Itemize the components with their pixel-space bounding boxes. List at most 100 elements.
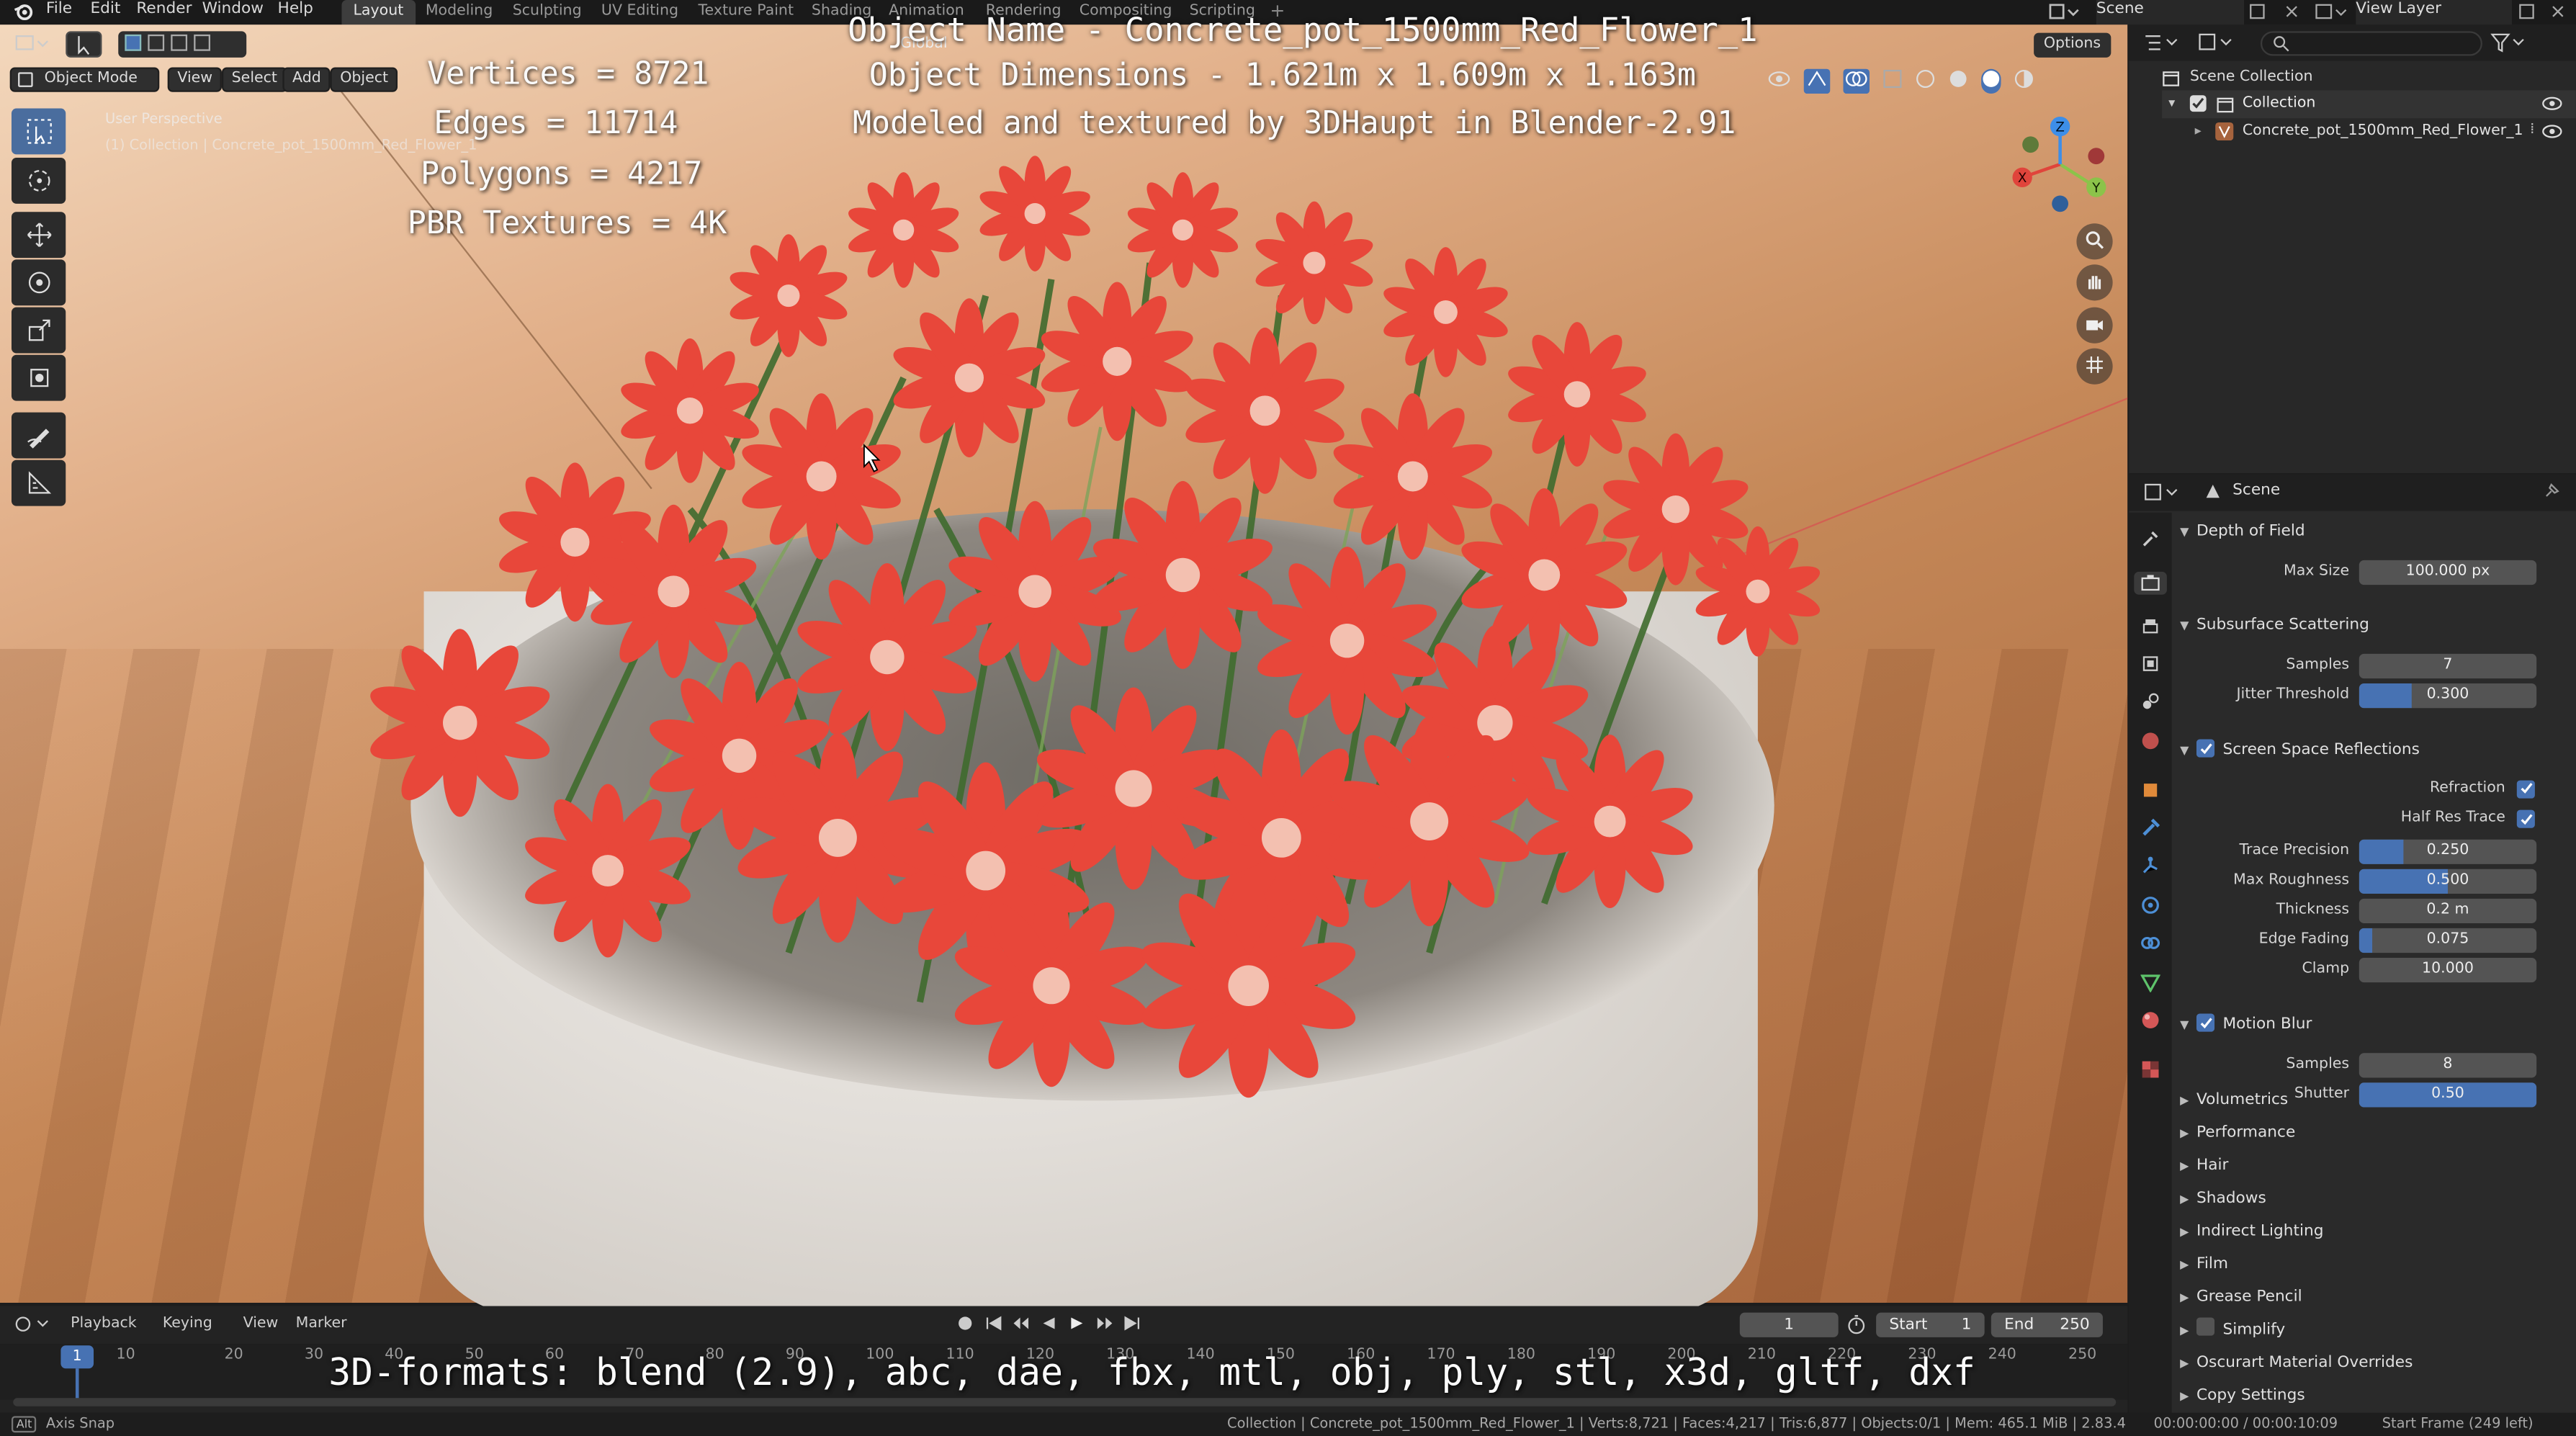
property-slider[interactable]: 100.000 px <box>2359 560 2537 585</box>
exclude-checkbox[interactable] <box>2189 95 2207 112</box>
expand-icon[interactable]: ▶ <box>2180 1318 2196 1344</box>
collapse-icon[interactable]: ▼ <box>2180 737 2196 763</box>
options-dropdown[interactable]: Options <box>2034 32 2111 58</box>
playhead[interactable]: 1 <box>60 1345 94 1369</box>
camera-view-button[interactable] <box>2076 307 2113 344</box>
filter-icon[interactable] <box>2490 33 2526 53</box>
panel-header-collapsed[interactable]: ▶ Volumetrics <box>2180 1087 2567 1113</box>
property-slider[interactable]: 8 <box>2359 1052 2537 1077</box>
panel-header-collapsed[interactable]: ▶ Grease Pencil <box>2180 1285 2567 1311</box>
collection-item[interactable]: Collection <box>2243 95 2316 112</box>
add-menu[interactable]: Add <box>282 67 331 92</box>
panel-header-collapsed[interactable]: ▶ Copy Settings <box>2180 1383 2567 1409</box>
panel-enable-checkbox[interactable] <box>2196 739 2215 758</box>
end-frame-field[interactable]: End 250 <box>1991 1312 2103 1337</box>
menu-help[interactable]: Help <box>278 0 313 24</box>
panel-header[interactable]: ▼ Depth of Field <box>2180 519 2567 545</box>
property-slider[interactable]: 0.300 <box>2359 683 2537 709</box>
tab-sculpting[interactable]: Sculpting <box>501 0 593 24</box>
record-icon[interactable] <box>956 1314 974 1337</box>
tab-uv-editing[interactable]: UV Editing <box>590 0 690 24</box>
expand-icon[interactable]: ▶ <box>2180 1087 2196 1113</box>
menu-render[interactable]: Render <box>136 0 192 24</box>
copy-view-layer-icon[interactable] <box>2517 1 2536 21</box>
panel-header-collapsed[interactable]: ▶ Film <box>2180 1252 2567 1278</box>
tool-scale[interactable] <box>11 307 66 354</box>
timeline-view-menu[interactable]: View <box>243 1314 279 1336</box>
menu-window[interactable]: Window <box>202 0 264 24</box>
display-mode-icon[interactable] <box>2198 33 2234 53</box>
panel-header-collapsed[interactable]: ▶ Indirect Lighting <box>2180 1219 2567 1245</box>
simplify-checkbox[interactable] <box>2196 1317 2215 1336</box>
scene-icon[interactable] <box>2049 1 2082 21</box>
timeline-scrollbar[interactable] <box>13 1398 2117 1406</box>
collapse-icon[interactable]: ▼ <box>2180 519 2196 545</box>
tab-texture-paint[interactable]: Texture Paint <box>687 0 805 24</box>
wireframe-shading-icon[interactable] <box>1916 68 1935 93</box>
object-menu[interactable]: Object <box>330 67 398 92</box>
gizmo-toggle-icon[interactable] <box>1803 68 1831 93</box>
collapse-collection-icon[interactable]: ▾ <box>2168 95 2175 110</box>
expand-icon[interactable]: ▶ <box>2180 1121 2196 1146</box>
copy-scene-icon[interactable] <box>2248 1 2267 21</box>
stopwatch-icon[interactable] <box>1846 1314 1866 1334</box>
panel-header-collapsed[interactable]: ▶ Performance <box>2180 1121 2567 1146</box>
scene-selector[interactable]: Scene <box>2096 0 2245 25</box>
blender-logo-icon[interactable] <box>13 1 33 21</box>
next-keyframe-icon[interactable] <box>1096 1314 1114 1337</box>
keying-menu[interactable]: Keying <box>163 1314 212 1336</box>
tool-select-box[interactable] <box>11 108 66 155</box>
world-tab-icon[interactable] <box>2139 730 2162 753</box>
property-slider[interactable]: 10.000 <box>2359 958 2537 984</box>
expand-icon[interactable]: ▶ <box>2180 1186 2196 1212</box>
jump-end-icon[interactable] <box>1123 1314 1141 1337</box>
collapse-icon[interactable]: ▼ <box>2180 613 2196 639</box>
property-slider[interactable]: 0.075 <box>2359 928 2537 953</box>
expand-icon[interactable]: ▶ <box>2180 1219 2196 1245</box>
tab-layout[interactable]: Layout <box>341 0 416 25</box>
expand-icon[interactable]: ▶ <box>2180 1285 2196 1311</box>
tool-transform[interactable] <box>11 354 66 401</box>
view-layer-selector[interactable]: View Layer <box>2356 0 2512 25</box>
rendered-shading-icon[interactable] <box>2014 68 2034 93</box>
prev-keyframe-icon[interactable] <box>1012 1314 1030 1337</box>
expand-icon[interactable]: ▶ <box>2180 1252 2196 1278</box>
property-slider[interactable]: 0.2 m <box>2359 898 2537 924</box>
pin-icon[interactable] <box>2541 481 2561 501</box>
playback-menu[interactable]: Playback <box>71 1314 137 1336</box>
close-scene-icon[interactable] <box>2284 1 2300 21</box>
xray-icon[interactable] <box>1882 68 1902 93</box>
option-checkbox[interactable] <box>2516 809 2535 828</box>
select-tool-icon[interactable] <box>66 31 102 58</box>
navigation-gizmo[interactable]: X Y Z <box>2008 112 2117 220</box>
expand-icon[interactable]: ▶ <box>2180 1350 2196 1376</box>
tool-measure[interactable] <box>11 459 66 506</box>
red-flowers[interactable] <box>362 131 1840 1183</box>
scene-collection-item[interactable]: Scene Collection <box>2190 69 2313 86</box>
solid-shading-icon[interactable] <box>1949 68 1968 93</box>
jump-start-icon[interactable] <box>984 1314 1002 1337</box>
panel-header-collapsed[interactable]: ▶ Shadows <box>2180 1186 2567 1212</box>
panel-header-collapsed[interactable]: ▶ Simplify <box>2180 1317 2567 1344</box>
panel-header-collapsed[interactable]: ▶ Hair <box>2180 1153 2567 1179</box>
tool-cursor[interactable] <box>11 157 66 204</box>
tool-rotate[interactable] <box>11 259 66 306</box>
view-menu[interactable]: View <box>167 67 223 92</box>
property-slider[interactable]: 0.250 <box>2359 838 2537 863</box>
selection-mode-group[interactable] <box>118 31 247 58</box>
ortho-toggle-button[interactable] <box>2076 348 2113 385</box>
visibility-icon[interactable] <box>1768 68 1791 93</box>
panel-header[interactable]: ▼ Subsurface Scattering <box>2180 613 2567 639</box>
menu-edit[interactable]: Edit <box>90 0 120 24</box>
expand-icon[interactable]: ▶ <box>2180 1383 2196 1409</box>
select-menu[interactable]: Select <box>221 67 287 92</box>
modifiers-tab-icon[interactable] <box>2139 817 2162 840</box>
select-invert-icon[interactable] <box>194 34 210 51</box>
editor-type-icon[interactable] <box>15 31 51 53</box>
select-subtract-icon[interactable] <box>171 34 188 51</box>
tab-modeling[interactable]: Modeling <box>414 0 504 24</box>
view-layer-icon[interactable] <box>2313 1 2349 21</box>
current-frame-field[interactable]: 1 <box>1739 1312 1839 1337</box>
select-extend-icon[interactable] <box>148 34 165 51</box>
timeline-editor-icon[interactable] <box>15 1314 51 1334</box>
